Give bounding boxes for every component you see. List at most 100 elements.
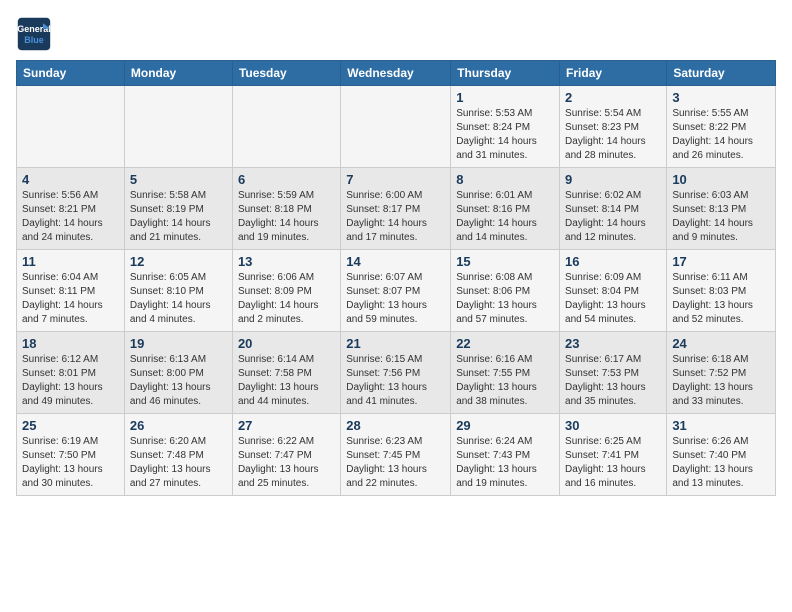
calendar-cell: 8Sunrise: 6:01 AM Sunset: 8:16 PM Daylig… [451,168,560,250]
calendar-cell: 13 Sunrise: 6:06 AM Sunset: 8:09 PM Dayli… [232,250,340,332]
calendar-cell: 19Sunrise: 6:13 AM Sunset: 8:00 PM Dayli… [124,332,232,414]
day-number: 7 [346,172,445,187]
calendar-cell: 4 Sunrise: 5:56 AM Sunset: 8:21 PM Daylig… [17,168,125,250]
calendar-cell: 27 Sunrise: 6:22 AM Sunset: 7:47 PM Dayli… [232,414,340,496]
calendar-cell: 23 Sunrise: 6:17 AM Sunset: 7:53 PM Dayli… [560,332,667,414]
calendar-cell: 20 Sunrise: 6:14 AM Sunset: 7:58 PM Dayli… [232,332,340,414]
day-number: 27 [238,418,335,433]
calendar-week-row: 18 Sunrise: 6:12 AM Sunset: 8:01 PM Dayli… [17,332,776,414]
calendar-cell: 12 Sunrise: 6:05 AM Sunset: 8:10 PM Dayli… [124,250,232,332]
day-number: 13 [238,254,335,269]
day-info: Sunrise: 6:14 AM Sunset: 7:58 PM Dayligh… [238,353,335,409]
day-info: Sunrise: 6:15 AM Sunset: 7:56 PM Dayligh… [346,353,445,409]
calendar-cell [341,86,451,168]
weekday-header: Wednesday [341,61,451,86]
day-number: 23 [565,336,661,351]
calendar-week-row: 11Sunrise: 6:04 AM Sunset: 8:11 PM Dayli… [17,250,776,332]
calendar-cell: 3Sunrise: 5:55 AM Sunset: 8:22 PM Daylig… [667,86,776,168]
calendar-cell: 22 Sunrise: 6:16 AM Sunset: 7:55 PM Dayli… [451,332,560,414]
weekday-header: Tuesday [232,61,340,86]
day-number: 18 [22,336,119,351]
day-number: 20 [238,336,335,351]
day-info: Sunrise: 5:56 AM Sunset: 8:21 PM Dayligh… [22,189,119,245]
calendar-week-row: 4 Sunrise: 5:56 AM Sunset: 8:21 PM Daylig… [17,168,776,250]
day-number: 22 [456,336,554,351]
day-number: 1 [456,90,554,105]
svg-text:Blue: Blue [24,35,44,45]
calendar-week-row: 25 Sunrise: 6:19 AM Sunset: 7:50 PM Dayli… [17,414,776,496]
day-info: Sunrise: 5:54 AM Sunset: 8:23 PM Dayligh… [565,107,661,163]
weekday-header: Saturday [667,61,776,86]
calendar-cell: 1 Sunrise: 5:53 AM Sunset: 8:24 PM Daylig… [451,86,560,168]
logo: General Blue [16,16,56,52]
calendar-cell: 16 Sunrise: 6:09 AM Sunset: 8:04 PM Dayli… [560,250,667,332]
day-info: Sunrise: 6:19 AM Sunset: 7:50 PM Dayligh… [22,435,119,491]
day-info: Sunrise: 6:06 AM Sunset: 8:09 PM Dayligh… [238,271,335,327]
calendar-cell: 17Sunrise: 6:11 AM Sunset: 8:03 PM Dayli… [667,250,776,332]
calendar-cell: 5 Sunrise: 5:58 AM Sunset: 8:19 PM Daylig… [124,168,232,250]
calendar-cell: 25 Sunrise: 6:19 AM Sunset: 7:50 PM Dayli… [17,414,125,496]
calendar-cell: 9Sunrise: 6:02 AM Sunset: 8:14 PM Daylig… [560,168,667,250]
day-number: 16 [565,254,661,269]
calendar-cell: 24 Sunrise: 6:18 AM Sunset: 7:52 PM Dayli… [667,332,776,414]
day-number: 6 [238,172,335,187]
calendar-cell: 28Sunrise: 6:23 AM Sunset: 7:45 PM Dayli… [341,414,451,496]
day-info: Sunrise: 6:05 AM Sunset: 8:10 PM Dayligh… [130,271,227,327]
day-info: Sunrise: 6:01 AM Sunset: 8:16 PM Dayligh… [456,189,554,245]
calendar-cell: 30 Sunrise: 6:25 AM Sunset: 7:41 PM Dayli… [560,414,667,496]
calendar-cell: 14 Sunrise: 6:07 AM Sunset: 8:07 PM Dayli… [341,250,451,332]
day-info: Sunrise: 6:09 AM Sunset: 8:04 PM Dayligh… [565,271,661,327]
day-info: Sunrise: 6:23 AM Sunset: 7:45 PM Dayligh… [346,435,445,491]
day-info: Sunrise: 6:24 AM Sunset: 7:43 PM Dayligh… [456,435,554,491]
calendar-cell [124,86,232,168]
day-number: 14 [346,254,445,269]
day-number: 26 [130,418,227,433]
day-info: Sunrise: 6:11 AM Sunset: 8:03 PM Dayligh… [672,271,770,327]
calendar-cell [232,86,340,168]
day-number: 9 [565,172,661,187]
calendar-cell: 29 Sunrise: 6:24 AM Sunset: 7:43 PM Dayli… [451,414,560,496]
day-number: 2 [565,90,661,105]
calendar-cell: 31 Sunrise: 6:26 AM Sunset: 7:40 PM Dayli… [667,414,776,496]
day-info: Sunrise: 6:20 AM Sunset: 7:48 PM Dayligh… [130,435,227,491]
page-header: General Blue [16,16,776,52]
day-info: Sunrise: 6:07 AM Sunset: 8:07 PM Dayligh… [346,271,445,327]
day-info: Sunrise: 6:26 AM Sunset: 7:40 PM Dayligh… [672,435,770,491]
day-info: Sunrise: 6:12 AM Sunset: 8:01 PM Dayligh… [22,353,119,409]
day-info: Sunrise: 6:16 AM Sunset: 7:55 PM Dayligh… [456,353,554,409]
day-number: 11 [22,254,119,269]
day-info: Sunrise: 6:22 AM Sunset: 7:47 PM Dayligh… [238,435,335,491]
day-info: Sunrise: 5:58 AM Sunset: 8:19 PM Dayligh… [130,189,227,245]
day-number: 4 [22,172,119,187]
day-info: Sunrise: 6:18 AM Sunset: 7:52 PM Dayligh… [672,353,770,409]
day-number: 12 [130,254,227,269]
day-number: 21 [346,336,445,351]
day-info: Sunrise: 6:17 AM Sunset: 7:53 PM Dayligh… [565,353,661,409]
day-number: 10 [672,172,770,187]
day-info: Sunrise: 5:53 AM Sunset: 8:24 PM Dayligh… [456,107,554,163]
calendar-cell: 21 Sunrise: 6:15 AM Sunset: 7:56 PM Dayli… [341,332,451,414]
calendar-week-row: 1 Sunrise: 5:53 AM Sunset: 8:24 PM Daylig… [17,86,776,168]
weekday-header: Thursday [451,61,560,86]
day-number: 30 [565,418,661,433]
day-info: Sunrise: 6:25 AM Sunset: 7:41 PM Dayligh… [565,435,661,491]
day-number: 25 [22,418,119,433]
calendar-cell [17,86,125,168]
calendar-cell: 26 Sunrise: 6:20 AM Sunset: 7:48 PM Dayli… [124,414,232,496]
calendar-cell: 2 Sunrise: 5:54 AM Sunset: 8:23 PM Daylig… [560,86,667,168]
day-info: Sunrise: 6:00 AM Sunset: 8:17 PM Dayligh… [346,189,445,245]
day-number: 31 [672,418,770,433]
calendar-cell: 11Sunrise: 6:04 AM Sunset: 8:11 PM Dayli… [17,250,125,332]
weekday-header: Friday [560,61,667,86]
calendar-table: SundayMondayTuesdayWednesdayThursdayFrid… [16,60,776,496]
day-number: 15 [456,254,554,269]
calendar-cell: 10Sunrise: 6:03 AM Sunset: 8:13 PM Dayli… [667,168,776,250]
weekday-header: Sunday [17,61,125,86]
day-number: 29 [456,418,554,433]
logo-icon: General Blue [16,16,52,52]
day-info: Sunrise: 5:59 AM Sunset: 8:18 PM Dayligh… [238,189,335,245]
day-info: Sunrise: 6:08 AM Sunset: 8:06 PM Dayligh… [456,271,554,327]
weekday-header-row: SundayMondayTuesdayWednesdayThursdayFrid… [17,61,776,86]
day-number: 24 [672,336,770,351]
day-number: 5 [130,172,227,187]
